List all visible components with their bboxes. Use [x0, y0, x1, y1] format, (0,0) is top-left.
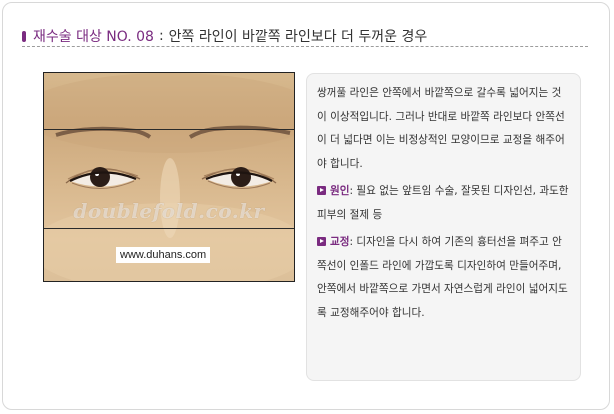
- guide-line-top: [44, 129, 294, 130]
- title-separator: :: [158, 28, 164, 44]
- section-title: 재수술 대상 NO. 08 : 안쪽 라인이 바깥쪽 라인보다 더 두꺼운 경우: [22, 26, 427, 46]
- photo-watermark: doublefold.co.kr: [73, 199, 265, 223]
- cause-label: 원인: [330, 185, 350, 197]
- play-bullet-icon: [317, 237, 326, 246]
- photo-url-tag: www.duhans.com: [116, 247, 211, 263]
- title-divider: [22, 46, 588, 47]
- fix-paragraph: 교정: 디자인을 다시 하여 기존의 흉터선을 펴주고 안쪽선이 인폴드 라인에…: [317, 231, 570, 325]
- description-box: 쌍꺼풀 라인은 안쪽에서 바깥쪽으로 갈수록 넓어지는 것이 이상적입니다. 그…: [306, 73, 581, 381]
- fix-label: 교정: [330, 236, 350, 248]
- cause-paragraph: 원인: 필요 없는 앞트임 수술, 잘못된 디자인선, 과도한 피부의 절제 등: [317, 180, 570, 227]
- fix-text: : 디자인을 다시 하여 기존의 흉터선을 펴주고 안쪽선이 인폴드 라인에 가…: [317, 236, 568, 319]
- eye-photo: doublefold.co.kr www.duhans.com: [43, 72, 295, 282]
- cause-text: : 필요 없는 앞트임 수술, 잘못된 디자인선, 과도한 피부의 절제 등: [317, 185, 569, 221]
- title-main: 안쪽 라인이 바깥쪽 라인보다 더 두꺼운 경우: [168, 29, 428, 45]
- title-marker-icon: [22, 30, 26, 42]
- play-bullet-icon: [317, 186, 326, 195]
- intro-text: 쌍꺼풀 라인은 안쪽에서 바깥쪽으로 갈수록 넓어지는 것이 이상적입니다. 그…: [317, 87, 565, 170]
- guide-line-bottom: [44, 228, 294, 229]
- title-prefix: 재수술 대상 NO. 08: [33, 29, 154, 45]
